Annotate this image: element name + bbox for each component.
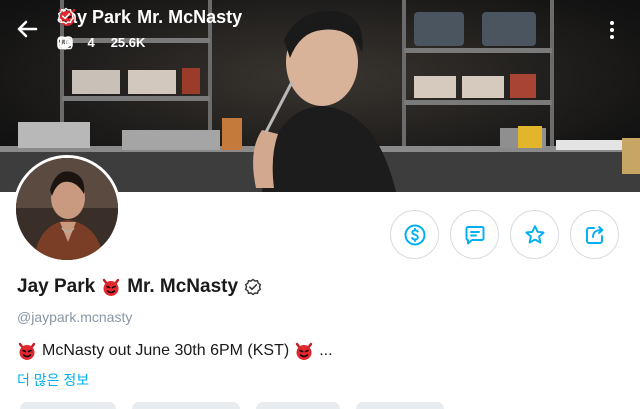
cover-topbar: Jay Park Mr. McNasty 10 4 25.6K <box>0 0 640 60</box>
more-vertical-icon-dot <box>610 35 614 39</box>
avatar-photo-illustration <box>16 158 118 260</box>
heart-icon <box>57 36 73 50</box>
verified-badge-icon <box>244 278 262 296</box>
stat-likes: 25.6K <box>57 35 146 50</box>
tip-button[interactable] <box>390 210 439 259</box>
more-info-link[interactable]: 더 많은 정보 <box>17 370 89 390</box>
tab-pill[interactable] <box>256 402 340 409</box>
dollar-icon <box>404 224 425 245</box>
tabs-peek <box>20 402 444 409</box>
more-vertical-icon-dot <box>610 28 614 32</box>
profile-actions <box>390 210 619 259</box>
bio-text: McNasty out June 30th 6PM (KST) <box>42 342 290 359</box>
message-button[interactable] <box>450 210 499 259</box>
profile-name: Jay Park Mr. McNasty <box>17 276 262 298</box>
message-icon <box>465 225 484 244</box>
likes-count: 25.6K <box>110 35 146 50</box>
profile-subtitle-name: Mr. McNasty <box>127 276 239 297</box>
header-title: Jay Park Mr. McNasty <box>57 7 242 28</box>
profile-bio: McNasty out June 30th 6PM (KST) ... <box>17 341 333 361</box>
tab-pill[interactable] <box>132 402 240 409</box>
star-icon <box>524 224 545 244</box>
avatar[interactable] <box>13 155 121 263</box>
devil-emoji-icon <box>296 342 313 360</box>
stats-row: 10 4 25.6K <box>57 35 145 50</box>
header-subtitle-name: Mr. McNasty <box>137 7 243 27</box>
share-icon <box>585 225 603 244</box>
favorite-button[interactable] <box>510 210 559 259</box>
arrow-left-icon <box>17 20 38 38</box>
back-button[interactable] <box>12 14 42 44</box>
devil-emoji-icon <box>18 342 36 360</box>
share-button[interactable] <box>570 210 619 259</box>
videos-count: 4 <box>87 35 95 50</box>
profile-display-name: Jay Park <box>17 276 96 297</box>
avatar-image <box>16 158 118 260</box>
stat-videos: 4 <box>57 35 95 50</box>
tab-pill[interactable] <box>20 402 116 409</box>
devil-emoji-icon <box>102 278 120 296</box>
bio-ellipsis: ... <box>319 342 333 359</box>
verified-badge-icon <box>57 7 75 25</box>
profile-handle: @jaypark.mcnasty <box>17 309 133 325</box>
more-vertical-icon-dot <box>610 21 614 25</box>
more-options-button[interactable] <box>598 14 626 46</box>
tab-pill[interactable] <box>356 402 444 409</box>
